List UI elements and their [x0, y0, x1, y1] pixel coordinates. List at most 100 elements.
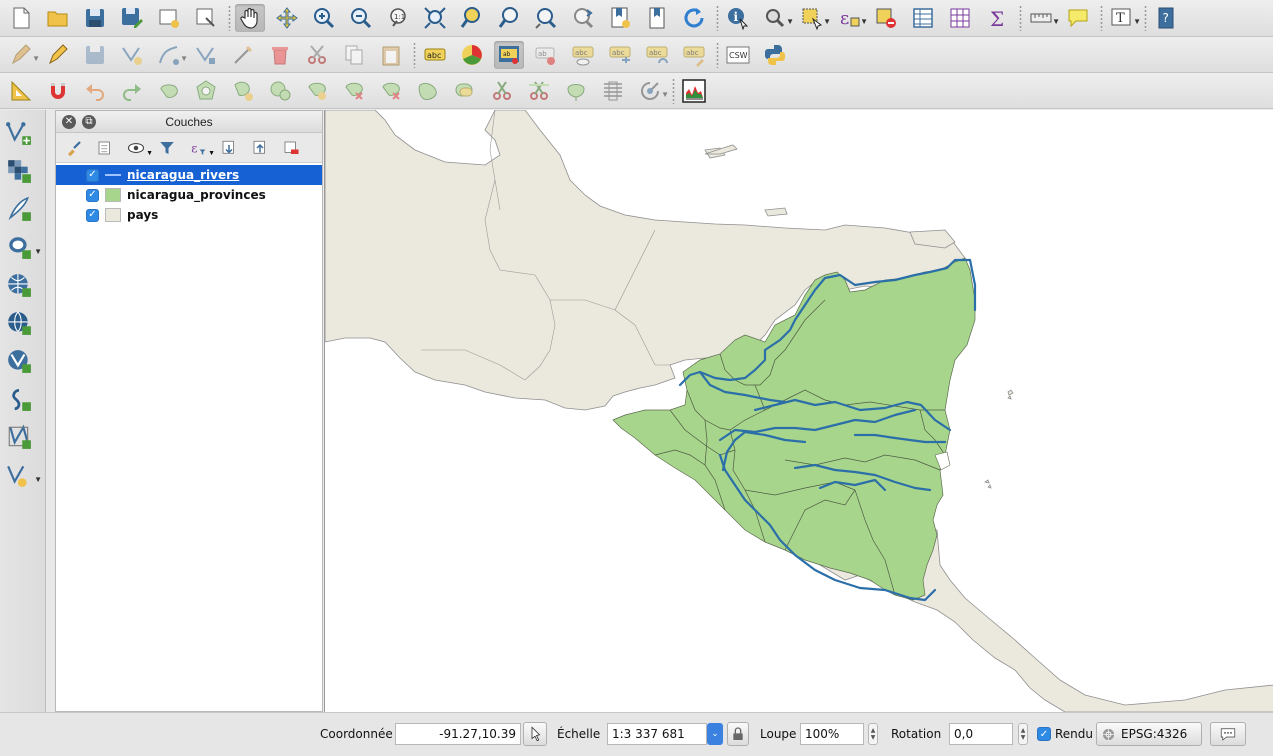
paste-features-icon[interactable] — [376, 41, 406, 69]
current-edits-icon[interactable]: ▼ — [6, 41, 40, 69]
identify-icon[interactable]: i — [723, 4, 753, 32]
layer-visibility-checkbox[interactable]: ✓ — [86, 168, 99, 182]
float-panel-icon[interactable]: ⧉ — [82, 114, 96, 129]
zoom-to-layer-icon[interactable] — [494, 4, 524, 32]
delete-part-icon[interactable] — [339, 77, 369, 105]
save-project-icon[interactable] — [80, 4, 110, 32]
deselect-all-icon[interactable] — [871, 4, 901, 32]
crs-button[interactable]: EPSG:4326 — [1096, 722, 1202, 746]
new-shapefile-layer-icon[interactable] — [4, 422, 34, 452]
highlight-pinned-icon[interactable]: ab — [531, 41, 561, 69]
split-parts-icon[interactable] — [524, 77, 554, 105]
measure-icon[interactable]: ▼ — [1026, 4, 1060, 32]
layer-visibility-checkbox[interactable]: ✓ — [86, 208, 99, 222]
layer-labeling-icon[interactable]: abc — [420, 41, 450, 69]
rotation-spinner[interactable]: ▲ ▼ — [1018, 723, 1028, 745]
add-feature-icon[interactable] — [117, 41, 147, 69]
offset-icon[interactable] — [450, 77, 480, 105]
undo-icon[interactable] — [80, 77, 110, 105]
add-spatialite-layer-icon[interactable] — [4, 270, 34, 300]
show-bookmarks-icon[interactable] — [642, 4, 672, 32]
lock-scale-button[interactable] — [727, 722, 749, 746]
zoom-actual-size-icon[interactable]: 1:1 — [383, 4, 413, 32]
new-spatialite-layer-icon[interactable]: ▼ — [4, 460, 42, 490]
fill-ring-icon[interactable] — [265, 77, 295, 105]
offset-curve-icon[interactable] — [376, 77, 406, 105]
toggle-editing-icon[interactable] — [43, 41, 73, 69]
change-label-icon[interactable]: abc — [679, 41, 709, 69]
zoom-last-icon[interactable] — [531, 4, 561, 32]
zoom-to-selection-icon[interactable] — [457, 4, 487, 32]
pan-map-icon[interactable] — [235, 4, 265, 32]
digitize-tool-icon[interactable] — [228, 41, 258, 69]
open-attribute-table-icon[interactable] — [908, 4, 938, 32]
expand-all-icon[interactable] — [217, 137, 241, 159]
messages-button[interactable] — [1210, 722, 1246, 746]
add-vector-layer-icon[interactable] — [4, 118, 34, 148]
delete-selected-icon[interactable] — [265, 41, 295, 69]
collapse-all-icon[interactable] — [248, 137, 272, 159]
copy-features-icon[interactable] — [339, 41, 369, 69]
zoom-in-icon[interactable] — [309, 4, 339, 32]
new-bookmark-icon[interactable] — [605, 4, 635, 32]
redo-icon[interactable] — [117, 77, 147, 105]
add-wfs-layer-icon[interactable] — [4, 384, 34, 414]
histogram-icon[interactable] — [679, 77, 709, 105]
filter-legend-icon[interactable] — [155, 137, 179, 159]
close-panel-icon[interactable]: ✕ — [62, 114, 76, 129]
select-feature-icon[interactable]: ▼ — [760, 4, 794, 32]
metasearch-icon[interactable]: CSW — [723, 41, 753, 69]
pin-labels-icon[interactable]: ab — [494, 40, 524, 69]
add-raster-layer-icon[interactable] — [4, 156, 34, 186]
new-project-icon[interactable] — [6, 4, 36, 32]
layer-row-nicaragua-provinces[interactable]: ✓ nicaragua_provinces — [56, 185, 322, 205]
help-icon[interactable]: ? — [1151, 4, 1181, 32]
rotate-symbols-icon[interactable]: ▼ — [635, 77, 669, 105]
composer-manager-icon[interactable] — [191, 4, 221, 32]
move-feature-icon[interactable]: ▼ — [154, 41, 188, 69]
save-layer-edits-icon[interactable] — [80, 41, 110, 69]
cut-features-icon[interactable] — [302, 41, 332, 69]
show-hide-labels-icon[interactable]: abc — [568, 41, 598, 69]
styling-icon[interactable] — [62, 137, 86, 159]
reshape-features-icon[interactable] — [413, 77, 443, 105]
save-as-icon[interactable] — [117, 4, 147, 32]
statistics-icon[interactable]: Σ — [982, 4, 1012, 32]
render-checkbox[interactable]: ✓ — [1037, 727, 1051, 741]
scale-dropdown-icon[interactable]: ⌄ — [707, 723, 723, 745]
expression-select-icon[interactable]: ε ▼ — [834, 4, 868, 32]
refresh-icon[interactable] — [679, 4, 709, 32]
add-delimited-text-icon[interactable] — [4, 194, 34, 224]
remove-layer-icon[interactable] — [279, 137, 303, 159]
delete-ring-icon[interactable] — [302, 77, 332, 105]
snapping-icon[interactable] — [43, 77, 73, 105]
python-console-icon[interactable] — [760, 41, 790, 69]
add-postgis-layer-icon[interactable]: ▼ — [4, 232, 42, 262]
zoom-next-icon[interactable] — [568, 4, 598, 32]
magnifier-field[interactable]: 100% — [800, 723, 864, 745]
merge-attributes-icon[interactable] — [598, 77, 628, 105]
layer-visibility-checkbox[interactable]: ✓ — [86, 188, 99, 202]
layer-row-pays[interactable]: ✓ pays — [56, 205, 322, 225]
pan-to-selection-icon[interactable] — [272, 4, 302, 32]
select-by-expression-icon[interactable]: ▼ — [797, 4, 831, 32]
merge-features-icon[interactable] — [561, 77, 591, 105]
node-tool-icon[interactable] — [191, 41, 221, 69]
map-canvas[interactable] — [324, 110, 1273, 712]
add-group-icon[interactable] — [93, 137, 117, 159]
new-print-composer-icon[interactable] — [154, 4, 184, 32]
manage-visibility-icon[interactable]: ▼ — [124, 137, 153, 159]
coordinate-field[interactable]: -91.27,10.39 — [395, 723, 521, 745]
add-part-icon[interactable] — [228, 77, 258, 105]
scale-combobox[interactable]: 1:3 337 681 — [607, 723, 707, 745]
rotation-field[interactable]: 0,0 — [949, 723, 1013, 745]
simplify-feature-icon[interactable] — [154, 77, 184, 105]
coordinate-toggle-button[interactable] — [523, 722, 547, 746]
open-project-icon[interactable] — [43, 4, 73, 32]
move-label-icon[interactable]: abc — [605, 41, 635, 69]
add-wms-layer-icon[interactable] — [4, 308, 34, 338]
split-features-icon[interactable] — [487, 77, 517, 105]
zoom-out-icon[interactable] — [346, 4, 376, 32]
rotate-label-icon[interactable]: abc — [642, 41, 672, 69]
add-wcs-layer-icon[interactable] — [4, 346, 34, 376]
